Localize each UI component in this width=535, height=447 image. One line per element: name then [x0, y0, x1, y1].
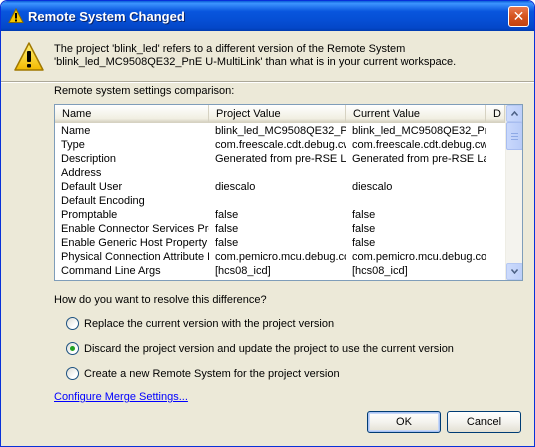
cell-project-value — [209, 166, 346, 180]
table-row[interactable]: Default User diescalo diescalo — [55, 180, 505, 194]
cell-project-value — [209, 194, 346, 208]
cell-name: Enable Generic Host Property Fil — [61, 237, 209, 249]
scroll-down-button[interactable] — [506, 263, 522, 280]
cell-name: Command Line Args — [61, 265, 161, 277]
table-row[interactable]: Name blink_led_MC9508QE32_PnE blink_led_… — [55, 124, 505, 138]
table-row[interactable]: Type com.freescale.cdt.debug.cw com.free… — [55, 138, 505, 152]
cell-project-value: false — [215, 237, 239, 249]
cell-name: Promptable — [61, 209, 118, 221]
cancel-button[interactable]: Cancel — [447, 411, 521, 433]
ok-button[interactable]: OK — [367, 411, 441, 433]
column-header-name[interactable]: Name — [55, 105, 209, 123]
radio-label[interactable]: Replace the current version with the pro… — [84, 317, 334, 331]
cell-project-value: diescalo — [215, 181, 256, 193]
column-header-d[interactable]: D — [486, 105, 505, 123]
warning-icon — [8, 7, 24, 24]
scroll-thumb[interactable] — [506, 122, 522, 150]
vertical-scrollbar[interactable] — [505, 105, 522, 280]
table-body: Name blink_led_MC9508QE32_PnE blink_led_… — [55, 124, 505, 280]
cell-current-value: false — [352, 223, 376, 235]
cell-name: Name — [61, 125, 91, 137]
dialog-window: Remote System Changed ✕ The project 'bli… — [0, 0, 535, 447]
cell-current-value — [346, 194, 486, 208]
cell-current-value: diescalo — [352, 181, 393, 193]
close-icon: ✕ — [512, 8, 525, 24]
cell-name: Physical Connection Attribute Ed — [61, 251, 209, 263]
cell-name: Type — [61, 139, 85, 151]
radio-label[interactable]: Discard the project version and update t… — [84, 342, 454, 356]
cell-project-value: false — [215, 223, 239, 235]
table-row[interactable]: Promptable false false — [55, 208, 505, 222]
chevron-down-icon — [511, 269, 518, 274]
cell-project-value: Generated from pre-RSE Lau — [215, 153, 346, 165]
scroll-up-button[interactable] — [506, 105, 522, 122]
cell-project-value: false — [215, 209, 239, 221]
title-bar[interactable]: Remote System Changed ✕ — [1, 1, 534, 31]
column-header-current-value[interactable]: Current Value — [346, 105, 486, 123]
cell-name: Address — [61, 167, 102, 179]
message-line: The project 'blink_led' refers to a diff… — [54, 43, 406, 55]
cell-name: Description — [61, 153, 117, 165]
grip-line — [511, 139, 518, 140]
warning-icon — [13, 41, 45, 73]
radio-button[interactable] — [66, 317, 79, 330]
cell-current-value: false — [352, 237, 376, 249]
cell-project-value: com.freescale.cdt.debug.cw — [215, 139, 346, 151]
window-title: Remote System Changed — [28, 9, 185, 24]
comparison-table[interactable]: Name Project Value Current Value D Name … — [54, 104, 523, 281]
separator — [1, 81, 534, 83]
cell-current-value: Generated from pre-RSE Lau — [352, 153, 486, 165]
radio-button[interactable] — [66, 342, 79, 355]
resolve-question: How do you want to resolve this differen… — [54, 294, 267, 306]
table-row[interactable]: Command Line Args [hcs08_icd] [hcs08_icd… — [55, 264, 505, 278]
comparison-label: Remote system settings comparison: — [54, 85, 235, 97]
message-line: 'blink_led_MC9508QE32_PnE U-MultiLink' t… — [54, 56, 457, 68]
table-header: Name Project Value Current Value D — [55, 105, 505, 123]
column-header-project-value[interactable]: Project Value — [209, 105, 346, 123]
table-row[interactable]: Default Encoding — [55, 194, 505, 208]
table-row[interactable]: Enable Generic Host Property Fil false f… — [55, 236, 505, 250]
radio-button[interactable] — [66, 367, 79, 380]
cell-current-value — [346, 166, 486, 180]
cell-project-value: com.pemicro.mcu.debug.con — [215, 251, 346, 263]
cell-name: Default User — [61, 181, 123, 193]
cell-current-value: false — [352, 209, 376, 221]
radio-label[interactable]: Create a new Remote System for the proje… — [84, 367, 340, 381]
cell-project-value: [hcs08_icd] — [215, 265, 271, 277]
table-row[interactable]: Description Generated from pre-RSE Lau G… — [55, 152, 505, 166]
cell-current-value: [hcs08_icd] — [352, 265, 408, 277]
table-row[interactable]: Enable Connector Services Proper false f… — [55, 222, 505, 236]
table-row[interactable]: Physical Connection Attribute Ed com.pem… — [55, 250, 505, 264]
cell-name: Enable Connector Services Proper — [61, 223, 209, 235]
cell-current-value: blink_led_MC9508QE32_PnE — [352, 125, 486, 137]
cell-project-value: blink_led_MC9508QE32_PnE — [215, 125, 346, 137]
chevron-up-icon — [511, 111, 518, 116]
grip-line — [511, 136, 518, 137]
message-text: The project 'blink_led' refers to a diff… — [54, 43, 524, 69]
grip-line — [511, 133, 518, 134]
table-row[interactable]: Address — [55, 166, 505, 180]
cell-current-value: com.pemicro.mcu.debug.con — [352, 251, 486, 263]
cell-current-value: com.freescale.cdt.debug.cw — [352, 139, 486, 151]
cell-name: Default Encoding — [61, 195, 145, 207]
configure-merge-settings-link[interactable]: Configure Merge Settings... — [54, 391, 188, 403]
close-button[interactable]: ✕ — [508, 6, 529, 27]
